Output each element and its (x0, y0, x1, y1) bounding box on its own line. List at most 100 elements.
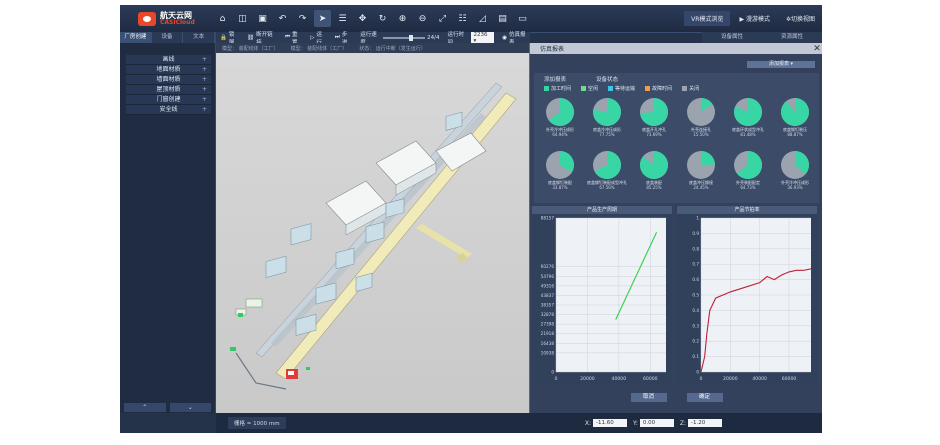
home-icon[interactable]: ⌂ (214, 10, 231, 27)
pie-chart: 底盖装配 85.25% (630, 150, 678, 202)
cube-icon[interactable]: ◫ (234, 10, 251, 27)
pie-percent: 64.73% (740, 184, 756, 190)
plus-icon: + (201, 56, 207, 63)
plus-icon: + (201, 106, 207, 113)
measure-icon[interactable]: ◿ (474, 10, 491, 27)
nav-up-button[interactable]: ⌃ (124, 402, 166, 412)
run-time-select[interactable]: 2236 ▾ (470, 31, 495, 44)
list-icon[interactable]: ☰ (334, 10, 351, 27)
property-tabs: 设备属性 资源属性 (702, 32, 822, 43)
z-label: Z: (679, 419, 686, 427)
y-tick-label: 1 (696, 216, 699, 221)
speed-slider-handle[interactable] (409, 34, 414, 41)
align-icon[interactable]: ☷ (454, 10, 471, 27)
y-tick-label: 16438 (541, 341, 555, 346)
x-coordinate-input[interactable]: -11.60 (592, 419, 627, 427)
plus-icon: + (201, 76, 207, 83)
left-item-door-window[interactable]: 门窗创建 + (126, 95, 211, 105)
tab-equipment[interactable]: 设备 (152, 32, 184, 43)
cursor-icon[interactable]: ➤ (314, 10, 331, 27)
legend-label: 等待运输 (615, 86, 636, 92)
redo-icon[interactable]: ↷ (294, 10, 311, 27)
left-panel: 厂房创建 设备 文本 画线 + 地面材质 + 墙面材质 + 屋顶材质 + 门窗创建 + 安… (120, 32, 216, 413)
legend-swatch (608, 86, 614, 91)
nav-down-button[interactable]: ⌄ (169, 402, 211, 412)
screen-icon[interactable]: ▭ (514, 10, 531, 27)
roam-mode-button[interactable]: ▶ 漫游模式 (732, 11, 777, 26)
step-icon: ⏭ (334, 34, 340, 40)
vr-mode-button[interactable]: VR模式浏览 (684, 11, 731, 26)
undo-icon[interactable]: ↶ (274, 10, 291, 27)
move-icon[interactable]: ✥ (354, 10, 371, 27)
dialog-title: 仿真报表 (540, 46, 565, 53)
left-item-label: 安全线 (159, 106, 178, 113)
left-item-roof-material[interactable]: 屋顶材质 + (126, 85, 211, 95)
y-tick-label: 0.1 (692, 354, 699, 359)
tab-device-props[interactable]: 设备属性 (702, 32, 762, 43)
switch-view-button[interactable]: ✲切换视图 (779, 11, 822, 26)
y-tick-label: 43837 (541, 293, 555, 298)
left-item-draw-line[interactable]: 画线 + (126, 55, 211, 65)
grid-size: 栅格 = 1000 mm (228, 417, 286, 429)
legend-label: 故障时间 (652, 86, 673, 92)
logo-name: 航天云网 (160, 10, 192, 20)
speed-slider[interactable] (383, 34, 426, 41)
report-icon: ◉ (502, 34, 508, 41)
y-tick-label: 60276 (541, 264, 555, 269)
y-tick-label: 0.9 (692, 231, 699, 236)
save-icon[interactable]: ▣ (254, 10, 271, 27)
fit-icon[interactable]: ⤢ (434, 10, 451, 27)
add-report-label: 添加报表 (768, 61, 789, 67)
chart-title: 产品生产周期 (532, 206, 672, 214)
pie-chart: 底盖冲压铆接 24.45% (677, 150, 725, 202)
section-add-report: 添加报表 (544, 77, 567, 83)
plot-area (556, 218, 666, 372)
pie-slice-processing (781, 98, 809, 126)
z-coordinate-input[interactable]: -1.20 (688, 419, 722, 427)
legend-swatch (682, 86, 688, 91)
y-tick-label: 88157 (541, 216, 555, 221)
tab-text[interactable]: 文本 (183, 32, 216, 43)
pie-graphic (640, 98, 668, 126)
3d-viewport[interactable] (216, 53, 530, 413)
rotate-icon[interactable]: ↻ (374, 10, 391, 27)
y-tick-label: 0.7 (692, 262, 699, 267)
pie-graphic (781, 151, 809, 179)
left-item-safety-line[interactable]: 安全线 + (126, 105, 211, 115)
zoom-in-icon[interactable]: ⊕ (394, 10, 411, 27)
layers-icon[interactable]: ▤ (494, 10, 511, 27)
info-model-1: 模型： 装配线体（工厂） (222, 45, 279, 52)
pie-graphic (687, 98, 715, 126)
pie-graphic (546, 151, 574, 179)
tab-resource-props[interactable]: 资源属性 (762, 32, 822, 43)
chart-title: 产品节拍率 (677, 206, 817, 214)
production-cycle-chart: 产品生产周期 0 10938 16438 21918 27398 32878 38357 43… (532, 206, 672, 386)
confirm-button[interactable]: 确定 (686, 393, 723, 402)
pie-chart: 外壳冷冲压成形 64.94% (536, 97, 584, 149)
y-tick-label: 27398 (541, 322, 555, 327)
y-tick-label: 38357 (541, 302, 555, 307)
y-tick-label: 49316 (541, 283, 555, 288)
left-item-floor-material[interactable]: 地面材质 + (126, 65, 211, 75)
tab-factory-create[interactable]: 厂房创建 (120, 32, 152, 43)
close-icon[interactable]: ✕ (811, 44, 822, 54)
zoom-out-icon[interactable]: ⊖ (414, 10, 431, 27)
add-report-select[interactable]: 添加报表 ▾ (747, 61, 815, 68)
y-tick-label: 0.5 (692, 293, 699, 298)
cancel-button[interactable]: 取消 (630, 393, 667, 402)
pie-chart: 外壳连接孔 15.50% (677, 97, 725, 149)
y-coordinate-input[interactable]: 0.00 (639, 419, 674, 427)
x-tick-label: 20000 (580, 376, 595, 382)
takt-rate-chart: 产品节拍率 0 0.1 0.2 0.3 0.4 0.5 0.6 0.7 0.8 0.9 1 0 2000… (677, 206, 817, 386)
pie-graphic (593, 98, 621, 126)
left-item-wall-material[interactable]: 墙面材质 + (126, 75, 211, 85)
lock-icon: 🔒 (220, 34, 227, 41)
left-item-label: 墙面材质 (156, 76, 181, 83)
y-tick-label: 0.3 (692, 323, 699, 328)
pie-graphic (734, 98, 762, 126)
x-tick-label: 40000 (752, 376, 767, 382)
logo-mark-icon (138, 11, 156, 26)
pie-percent: 77.75% (599, 131, 615, 137)
pie-graphic (781, 98, 809, 126)
pie-percent: 81.48% (740, 131, 756, 137)
